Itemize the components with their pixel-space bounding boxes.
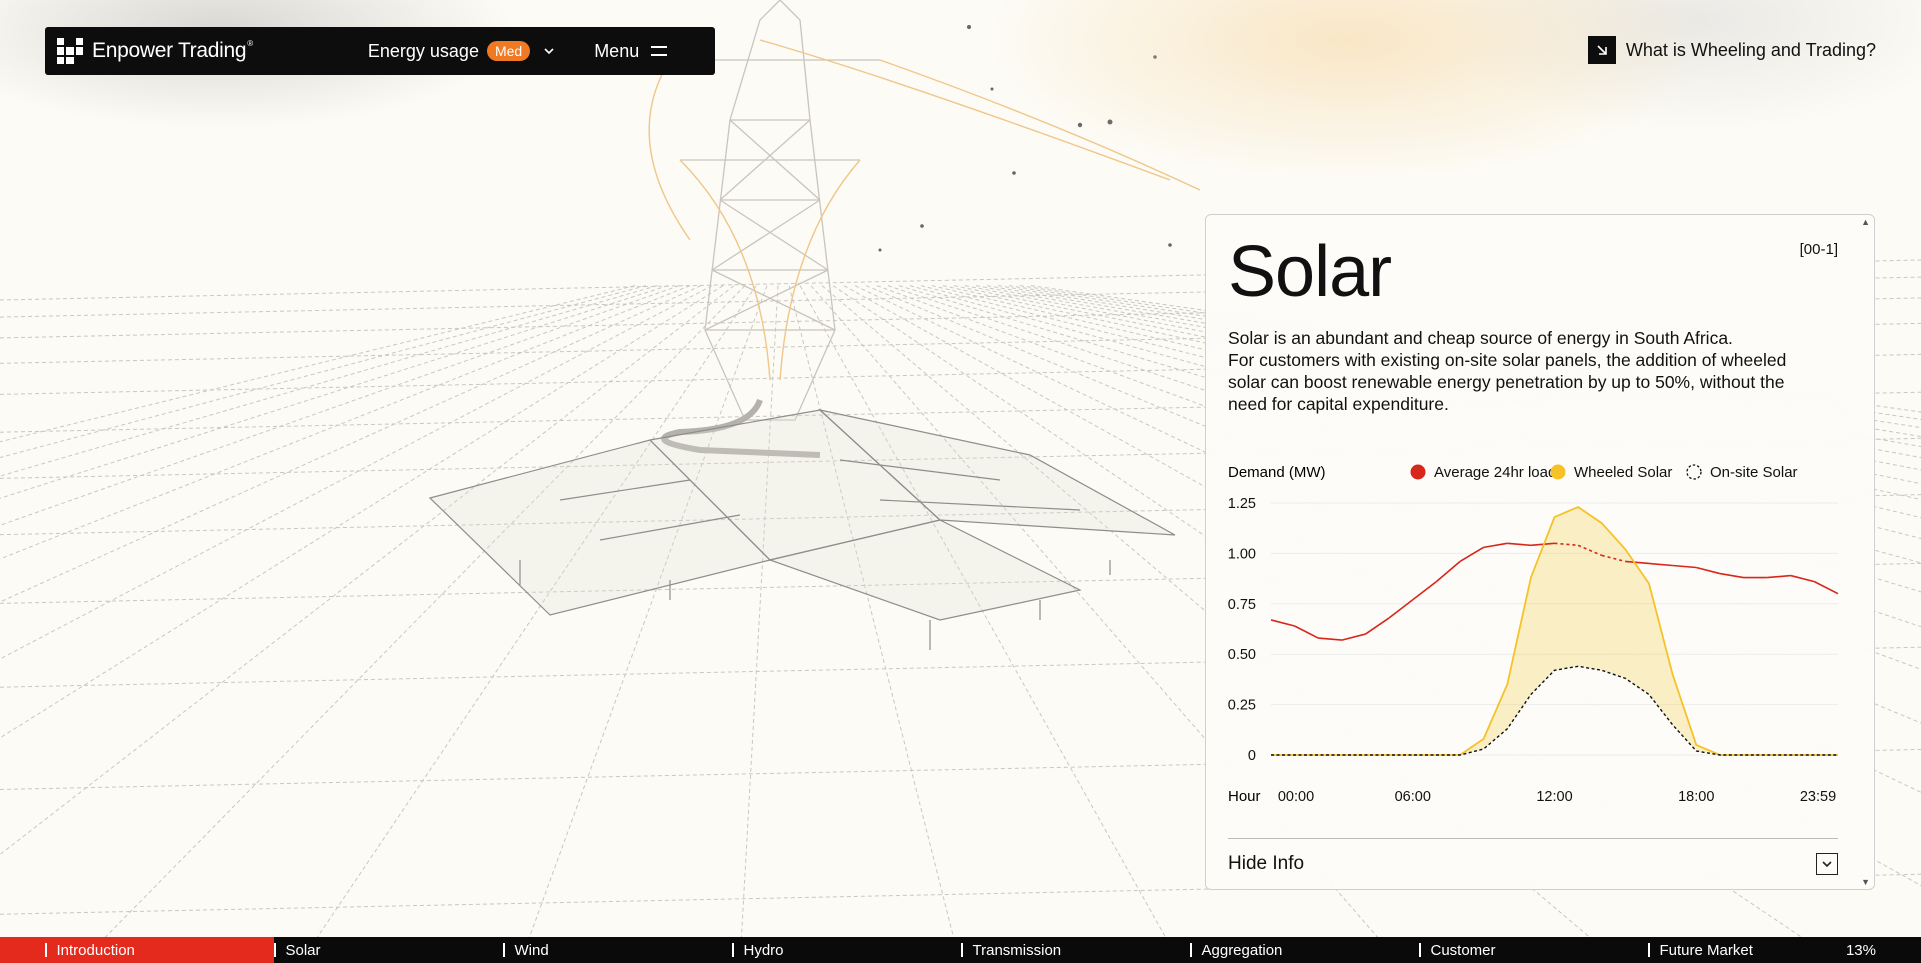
section-nav-label: Aggregation — [1201, 941, 1283, 959]
y-tick-label: 1.25 — [1228, 496, 1256, 512]
section-nav-introduction[interactable]: Introduction — [45, 937, 135, 963]
y-tick-label: 1.00 — [1228, 546, 1256, 562]
y-axis-ticks: 1.25 1.00 0.75 0.50 0.25 0 — [1228, 496, 1256, 764]
brand-logo[interactable]: Enpower Trading® — [57, 38, 253, 64]
chart-series — [1270, 505, 1839, 756]
section-divider — [274, 943, 276, 957]
load-line-segment — [1435, 560, 1461, 583]
progress-percent: 13% — [1845, 941, 1876, 959]
wheeling-info-link[interactable]: What is Wheeling and Trading? — [1587, 36, 1876, 64]
arrow-down-right-icon — [1587, 36, 1616, 64]
section-nav-hydro[interactable]: Hydro — [732, 937, 784, 963]
section-divider — [1190, 943, 1192, 957]
y-tick-label: 0.50 — [1228, 647, 1256, 663]
solar-info-panel: ▲ Solar [00-1] Solar is an abundant and … — [1205, 214, 1875, 890]
section-nav-wind[interactable]: Wind — [503, 937, 549, 963]
section-nav-label: Customer — [1430, 941, 1496, 959]
description-line-1: Solar is an abundant and cheap source of… — [1228, 328, 1733, 348]
menu-button[interactable]: Menu — [594, 40, 668, 62]
x-axis-label: Hour — [1228, 788, 1261, 805]
y-tick-label: 0.75 — [1228, 597, 1256, 613]
x-tick-label: 00:00 — [1278, 789, 1314, 805]
load-line-segment — [1719, 572, 1744, 579]
load-line-segment — [1365, 617, 1390, 635]
x-axis-ticks: 00:00 06:00 12:00 18:00 23:59 — [1278, 789, 1836, 805]
load-line-segment — [1412, 580, 1437, 601]
section-nav-aggregation[interactable]: Aggregation — [1190, 937, 1282, 963]
scroll-down-arrow-icon[interactable]: ▼ — [1861, 877, 1870, 887]
load-line-segment — [1459, 546, 1485, 563]
section-divider — [1419, 943, 1421, 957]
top-nav-bar: Enpower Trading® Energy usage Med Menu — [45, 27, 715, 75]
section-divider — [45, 943, 47, 957]
load-line-segment — [1318, 637, 1342, 641]
section-nav-label: Introduction — [56, 941, 135, 959]
onsite-solar-line — [1271, 665, 1838, 756]
energy-usage-dropdown[interactable]: Energy usage Med — [368, 41, 556, 62]
energy-usage-label: Energy usage — [367, 40, 479, 61]
load-line-segment — [1294, 625, 1319, 639]
section-divider — [503, 943, 505, 957]
load-line-segment — [1648, 562, 1673, 567]
brand-name: Enpower Trading® — [92, 39, 253, 62]
section-nav-label: Solar — [285, 941, 321, 959]
hamburger-icon — [651, 46, 668, 56]
chart-legend: Average 24hr load Wheeled Solar On-site So… — [1410, 464, 1798, 481]
hide-info-label: Hide Info — [1228, 852, 1305, 874]
section-nav-label: Future Market — [1659, 941, 1753, 959]
panel-section-code: [00-1] — [1799, 241, 1838, 258]
y-axis-label: Demand (MW) — [1228, 464, 1326, 481]
solar-array — [428, 408, 1176, 650]
section-nav-label: Hydro — [743, 941, 784, 959]
load-line-segment — [1672, 564, 1697, 569]
menu-label: Menu — [594, 40, 640, 61]
x-tick-label: 18:00 — [1678, 789, 1714, 805]
load-line-segment — [1270, 619, 1295, 627]
panel-description: Solar is an abundant and cheap source of… — [1228, 327, 1818, 415]
load-line-segment — [1814, 580, 1839, 595]
legend-marker — [1686, 464, 1702, 480]
load-line-segment — [1341, 633, 1366, 641]
chevron-down-icon[interactable] — [1816, 852, 1838, 875]
scroll-up-arrow-icon[interactable]: ▲ — [1861, 217, 1870, 227]
wheeling-info-label: What is Wheeling and Trading? — [1625, 39, 1876, 60]
y-tick-label: 0 — [1248, 748, 1256, 764]
wheeled-solar-area — [1271, 507, 1838, 755]
section-nav-label: Wind — [514, 941, 549, 959]
load-line-segment — [1507, 542, 1531, 547]
chevron-down-icon — [544, 48, 554, 55]
energy-level-badge: Med — [486, 41, 531, 61]
load-line-segment — [1790, 574, 1815, 583]
legend-label: Wheeled Solar — [1574, 464, 1672, 481]
legend-marker — [1550, 464, 1566, 480]
x-tick-label: 23:59 — [1800, 789, 1836, 805]
description-line-2: For customers with existing on-site sola… — [1228, 350, 1787, 414]
brand-logo-icon — [57, 38, 83, 64]
progress-fill — [0, 937, 274, 963]
panel-title: Solar — [1228, 232, 1392, 312]
section-divider — [961, 943, 963, 957]
x-tick-label: 12:00 — [1536, 789, 1572, 805]
legend-label: Average 24hr load — [1434, 464, 1556, 481]
load-line-segment — [1388, 599, 1414, 619]
y-tick-label: 0.25 — [1228, 698, 1256, 714]
hide-info-toggle[interactable]: Hide Info — [1228, 838, 1838, 888]
section-divider — [1648, 943, 1650, 957]
load-line-segment — [1483, 542, 1508, 549]
x-tick-label: 06:00 — [1395, 789, 1431, 805]
section-nav-transmission[interactable]: Transmission — [961, 937, 1061, 963]
section-nav-future-market[interactable]: Future Market — [1648, 937, 1753, 963]
section-nav-label: Transmission — [972, 941, 1062, 959]
load-line-segment — [1767, 574, 1791, 579]
section-progress-bar: Introduction Solar Wind Hydro Transmission Ag… — [0, 937, 1921, 963]
section-nav-customer[interactable]: Customer — [1419, 937, 1496, 963]
section-nav-solar[interactable]: Solar — [274, 937, 321, 963]
legend-marker — [1410, 464, 1426, 480]
section-divider — [732, 943, 734, 957]
legend-label: On-site Solar — [1710, 464, 1798, 481]
load-line-segment — [1696, 566, 1721, 575]
demand-chart: Demand (MW) Average 24hr load Wheeled Sol… — [1228, 464, 1839, 805]
